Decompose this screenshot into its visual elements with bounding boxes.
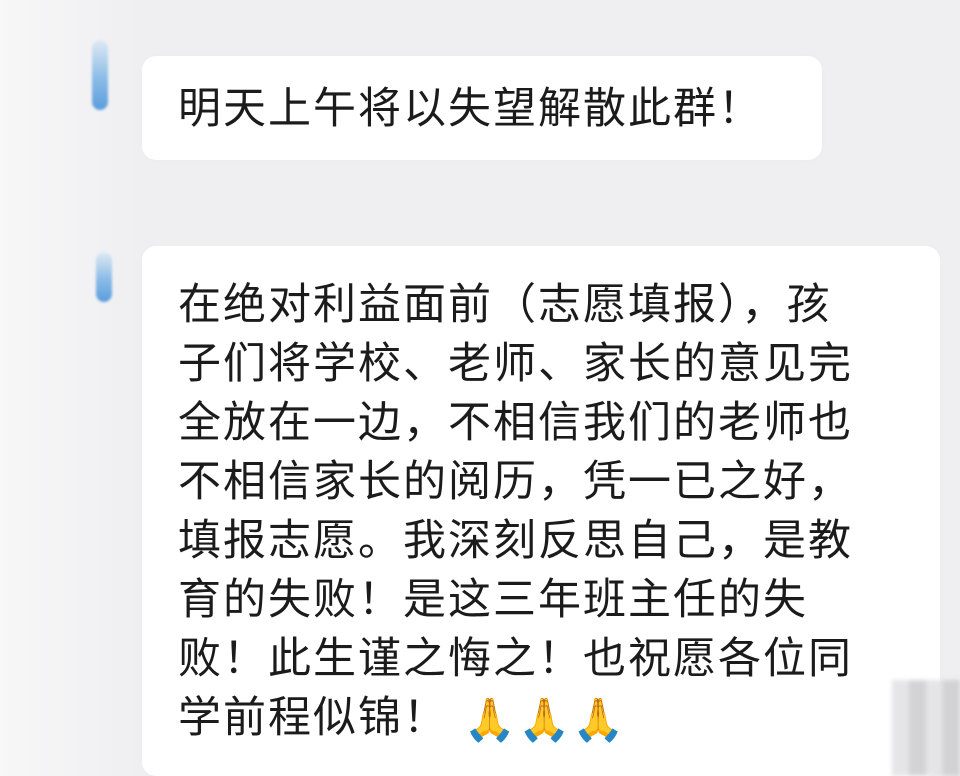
sender-avatar[interactable] — [92, 40, 108, 110]
blurred-left-background — [0, 0, 140, 776]
sender-avatar[interactable] — [96, 252, 112, 302]
chat-message-body: 在绝对利益面前（志愿填报），孩 子们将学校、老师、家长的意见完 全放在一边，不相… — [178, 280, 853, 743]
mosaic-corner — [892, 680, 960, 776]
chat-message-text: 在绝对利益面前（志愿填报），孩 子们将学校、老师、家长的意见完 全放在一边，不相… — [178, 276, 918, 749]
chat-message-bubble[interactable]: 明天上午将以失望解散此群！ — [142, 56, 822, 160]
chat-message-bubble[interactable]: 在绝对利益面前（志愿填报），孩 子们将学校、老师、家长的意见完 全放在一边，不相… — [142, 246, 940, 776]
praying-hands-icon: 🙏🙏🙏 — [463, 695, 627, 744]
chat-message-text: 明天上午将以失望解散此群！ — [178, 84, 763, 134]
